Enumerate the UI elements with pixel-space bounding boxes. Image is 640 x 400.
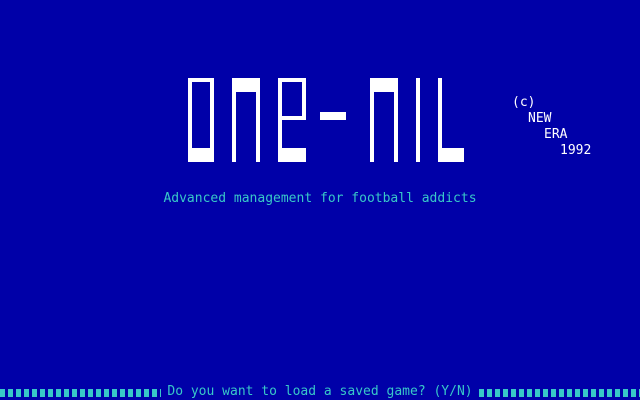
game-logo	[184, 78, 468, 162]
copyright-company-line2: ERA	[544, 127, 568, 142]
copyright-symbol: (c)	[512, 95, 536, 110]
load-game-prompt[interactable]: Do you want to load a saved game? (Y/N)	[167, 384, 472, 400]
game-tagline: Advanced management for football addicts	[163, 191, 477, 206]
copyright-company-line1: NEW	[528, 111, 552, 126]
load-game-prompt-bar[interactable]: Do you want to load a saved game? (Y/N)	[0, 384, 640, 400]
prompt-border-right	[478, 389, 640, 397]
prompt-border-left	[0, 389, 162, 397]
game-logo-graphic	[188, 78, 464, 162]
title-screen: (c) NEW ERA 1992 Advanced management for…	[0, 0, 640, 400]
copyright-year: 1992	[560, 143, 592, 158]
